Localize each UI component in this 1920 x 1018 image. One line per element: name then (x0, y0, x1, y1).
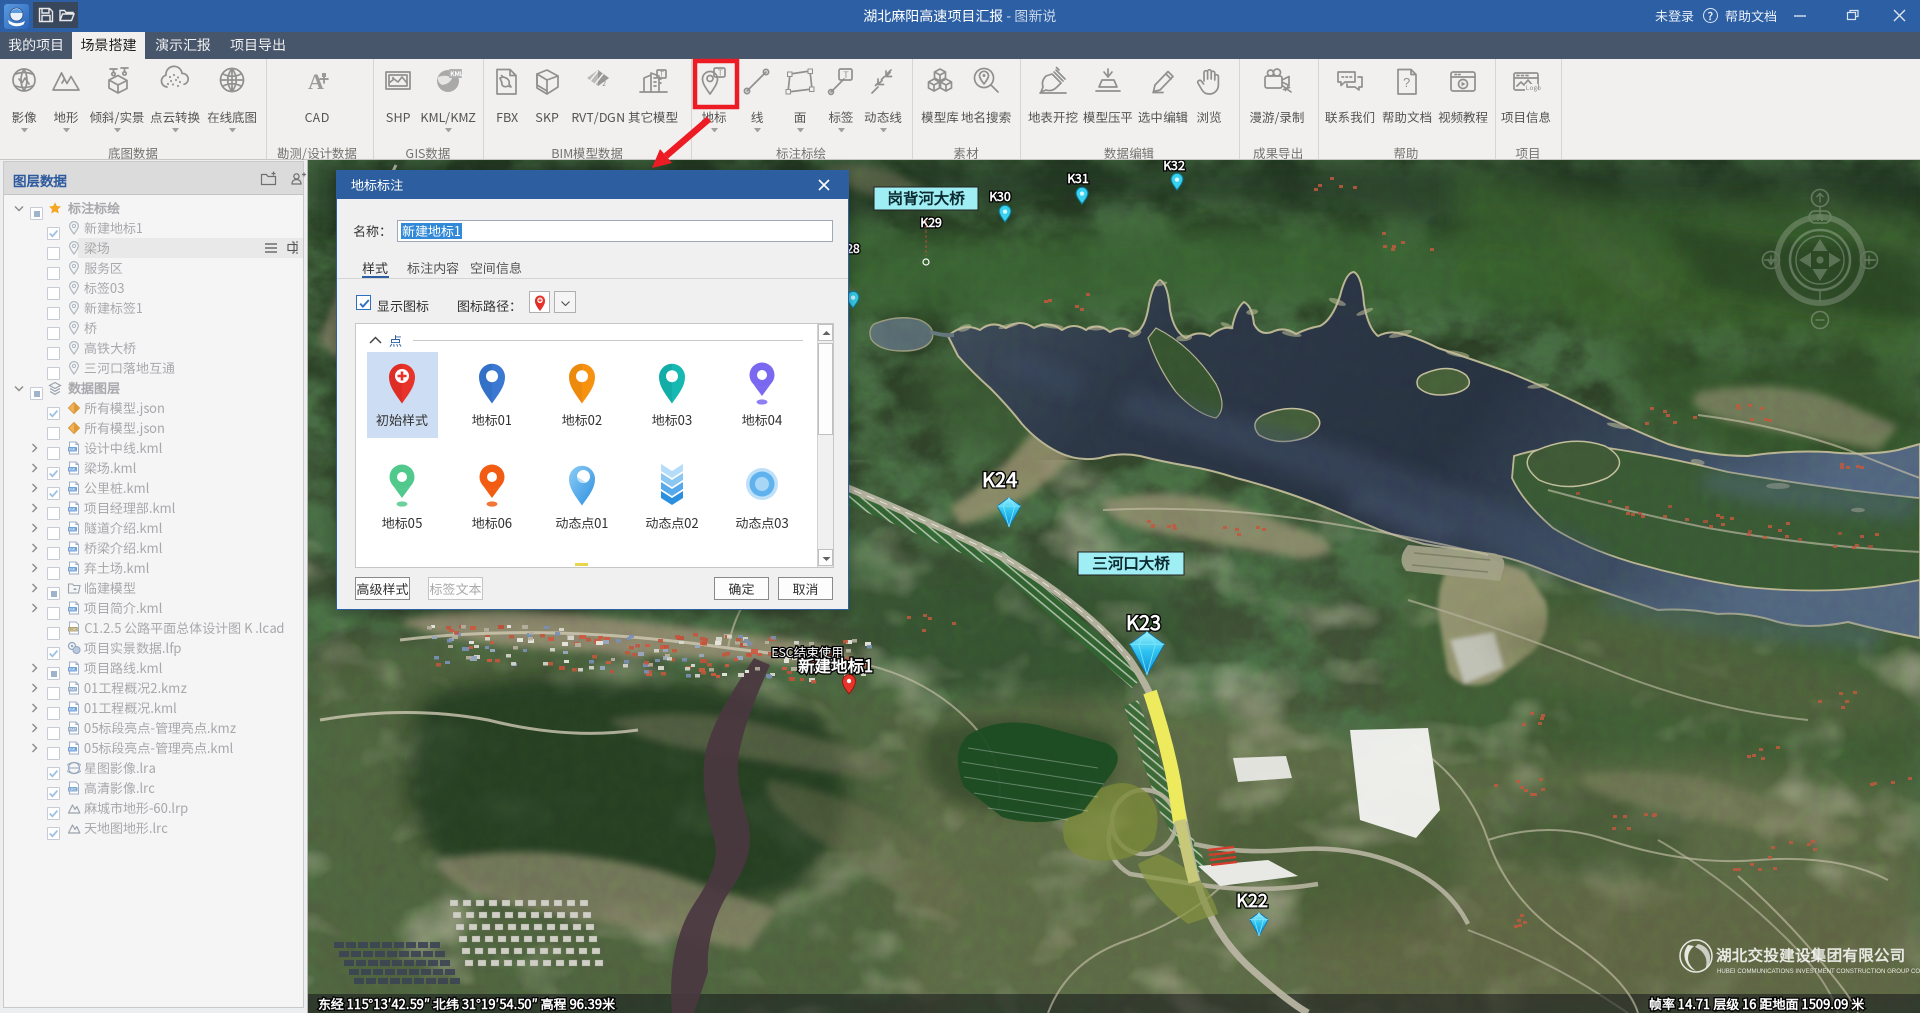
svg-text:KML: KML (69, 448, 76, 452)
svg-text:KML: KML (69, 608, 76, 612)
svg-text:K29: K29 (920, 212, 943, 231)
svg-text:KML: KML (69, 748, 76, 752)
svg-text:KML: KML (69, 508, 76, 512)
svg-text:A: A (308, 69, 324, 94)
svg-text:N: N (1817, 213, 1824, 224)
svg-text:KMZ: KMZ (69, 688, 77, 692)
svg-text:KML: KML (69, 568, 76, 572)
svg-text:KML: KML (69, 548, 76, 552)
svg-text:Logo: Logo (1526, 82, 1541, 92)
svg-text:K32: K32 (1163, 160, 1185, 174)
svg-text:帧率 14.71 层级 16 距地面 1509.09 米: 帧率 14.71 层级 16 距地面 1509.09 米 (1649, 994, 1865, 1013)
svg-text:2: 2 (602, 79, 607, 89)
svg-text:K23: K23 (1126, 607, 1161, 636)
svg-text:KML: KML (69, 708, 76, 712)
svg-text:湖北交投建设集团有限公司: 湖北交投建设集团有限公司 (1716, 944, 1906, 966)
svg-text:新建地标1: 新建地标1 (798, 653, 873, 677)
svg-text:?: ? (1403, 75, 1410, 90)
svg-text:K22: K22 (1236, 887, 1268, 913)
svg-text:KMZ: KMZ (69, 728, 77, 732)
svg-text:东经 115°13′42.59″ 北纬 31°19′54.5: 东经 115°13′42.59″ 北纬 31°19′54.50″ 高程 96.3… (318, 994, 616, 1013)
svg-text:KML: KML (69, 488, 76, 492)
svg-text:LRC: LRC (69, 788, 77, 792)
svg-text:K30: K30 (989, 186, 1012, 205)
svg-text:KML: KML (69, 528, 76, 532)
svg-text:K24: K24 (982, 464, 1018, 493)
svg-text:岗背河大桥: 岗背河大桥 (887, 187, 965, 209)
svg-text:KML: KML (69, 468, 76, 472)
svg-text:三河口大桥: 三河口大桥 (1092, 552, 1170, 574)
svg-text:KML: KML (69, 668, 76, 672)
svg-text:HUBEI COMMUNICATIONS INVESTMEN: HUBEI COMMUNICATIONS INVESTMENT CONSTRUC… (1717, 968, 1920, 975)
svg-text:LCAD: LCAD (69, 628, 79, 632)
svg-text:K31: K31 (1067, 168, 1089, 187)
